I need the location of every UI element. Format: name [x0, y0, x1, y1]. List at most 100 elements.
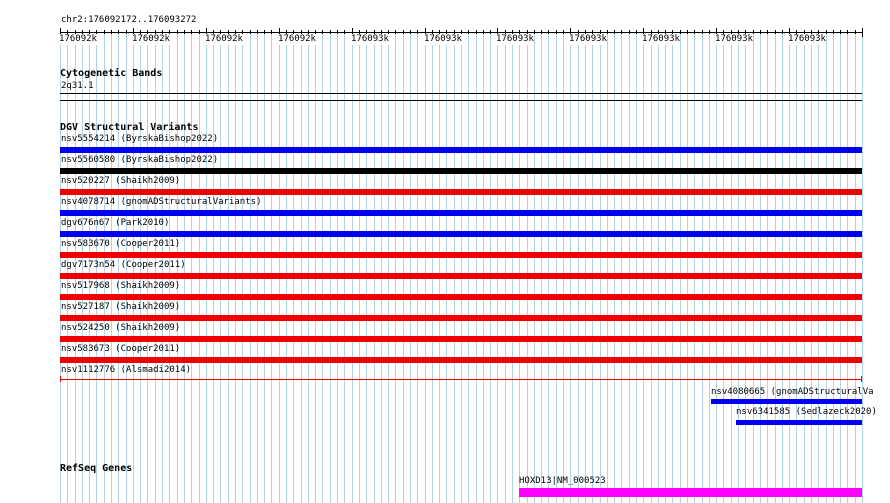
grid-line	[534, 33, 535, 503]
grid-line	[257, 33, 258, 503]
grid-line	[206, 33, 207, 503]
dgv-feature-bar[interactable]	[711, 399, 862, 404]
grid-line	[578, 33, 579, 503]
grid-line	[709, 33, 710, 503]
ruler-tick	[563, 30, 564, 34]
ruler-tick-label: 176093k	[569, 34, 607, 45]
grid-line	[862, 33, 863, 503]
track-title-cytogenetic-bands[interactable]: Cytogenetic Bands	[60, 68, 162, 80]
dgv-feature-bar[interactable]	[60, 252, 862, 258]
dgv-feature-bar[interactable]	[60, 273, 862, 279]
grid-line	[541, 33, 542, 503]
grid-line	[228, 33, 229, 503]
grid-line	[855, 33, 856, 503]
grid-line	[279, 33, 280, 503]
grid-line	[417, 33, 418, 503]
gene-label-hoxd13: HOXD13|NM_000523	[519, 476, 606, 486]
grid-line	[592, 33, 593, 503]
grid-line	[461, 33, 462, 503]
dgv-feature-bar[interactable]	[60, 168, 862, 174]
ruler-tick	[199, 30, 200, 34]
ruler-tick	[490, 30, 491, 34]
dgv-feature-label: nsv6341585 (Sedlazeck2020)	[736, 407, 877, 417]
dgv-feature-bar[interactable]	[60, 336, 862, 342]
ruler-tick-label: 176093k	[424, 34, 462, 45]
ruler-tick	[833, 30, 834, 34]
ruler-tick	[264, 30, 265, 34]
dgv-feature-bar[interactable]	[60, 294, 862, 300]
ruler-tick	[680, 30, 681, 34]
cytoband-label: 2q31.1	[61, 81, 94, 91]
ruler-tick	[687, 30, 688, 34]
grid-line	[519, 33, 520, 503]
grid-line	[702, 33, 703, 503]
grid-line	[512, 33, 513, 503]
grid-line	[352, 33, 353, 503]
dgv-feature-bar[interactable]	[60, 189, 862, 195]
grid-line	[366, 33, 367, 503]
ruler-tick	[271, 30, 272, 34]
dgv-feature-bar[interactable]	[60, 357, 862, 363]
grid-line	[468, 33, 469, 503]
grid-line	[220, 33, 221, 503]
grid-line	[315, 33, 316, 503]
grid-line	[607, 33, 608, 503]
grid-line	[271, 33, 272, 503]
ruler-tick	[621, 30, 622, 34]
dgv-feature-label: nsv520227 (Shaikh2009)	[61, 176, 181, 186]
grid-line	[505, 33, 506, 503]
gene-feature-hoxd13[interactable]	[519, 488, 862, 497]
dgv-feature-bar[interactable]	[60, 315, 862, 321]
grid-line	[548, 33, 549, 503]
grid-line	[483, 33, 484, 503]
ruler-tick	[177, 30, 178, 34]
grid-line	[301, 33, 302, 503]
grid-line	[585, 33, 586, 503]
grid-line	[775, 33, 776, 503]
dgv-feature-label: nsv517968 (Shaikh2009)	[61, 281, 181, 291]
ruler-tick	[322, 30, 323, 34]
dgv-feature-label: nsv4078714 (gnomADStructuralVariants)	[61, 197, 262, 207]
dgv-feature-bar[interactable]	[736, 420, 862, 425]
grid-line	[614, 33, 615, 503]
grid-line	[723, 33, 724, 503]
ruler-tick-label: 176092k	[278, 34, 316, 45]
grid-line	[439, 33, 440, 503]
grid-line	[738, 33, 739, 503]
cytoband-line-bottom	[60, 100, 862, 101]
grid-line	[665, 33, 666, 503]
track-title-dgv-structural-variants[interactable]: DGV Structural Variants	[60, 122, 198, 134]
grid-line	[826, 33, 827, 503]
ruler-tick	[395, 30, 396, 34]
grid-line	[432, 33, 433, 503]
grid-line	[308, 33, 309, 503]
position-ruler[interactable]: 176092k 176092k 176092k 176092k 176093k 17609…	[59, 24, 863, 45]
ruler-tick-label: 176093k	[715, 34, 753, 45]
dgv-feature-bar[interactable]	[60, 210, 862, 216]
grid-line	[242, 33, 243, 503]
ruler-tick	[534, 30, 535, 34]
ruler-tick	[826, 30, 827, 34]
dgv-feature-label: nsv524250 (Shaikh2009)	[61, 323, 181, 333]
ruler-tick	[344, 30, 345, 34]
grid-line	[446, 33, 447, 503]
grid-line	[264, 33, 265, 503]
dgv-feature-bar[interactable]	[60, 379, 862, 380]
grid-line	[716, 33, 717, 503]
ruler-tick	[767, 30, 768, 34]
grid-line	[250, 33, 251, 503]
dgv-feature-bar[interactable]	[60, 147, 862, 153]
ruler-tick	[862, 28, 863, 37]
dgv-feature-bar[interactable]	[60, 231, 862, 237]
ruler-tick	[760, 30, 761, 34]
grid-line	[410, 33, 411, 503]
grid-line	[811, 33, 812, 503]
grid-line	[636, 33, 637, 503]
grid-line	[322, 33, 323, 503]
dgv-feature-label: nsv4080665 (gnomADStructuralVa	[711, 387, 874, 397]
ruler-tick	[250, 30, 251, 34]
track-title-refseq-genes[interactable]: RefSeq Genes	[60, 463, 132, 475]
grid-line	[680, 33, 681, 503]
grid-line	[672, 33, 673, 503]
ruler-tick-label: 176093k	[788, 34, 826, 45]
